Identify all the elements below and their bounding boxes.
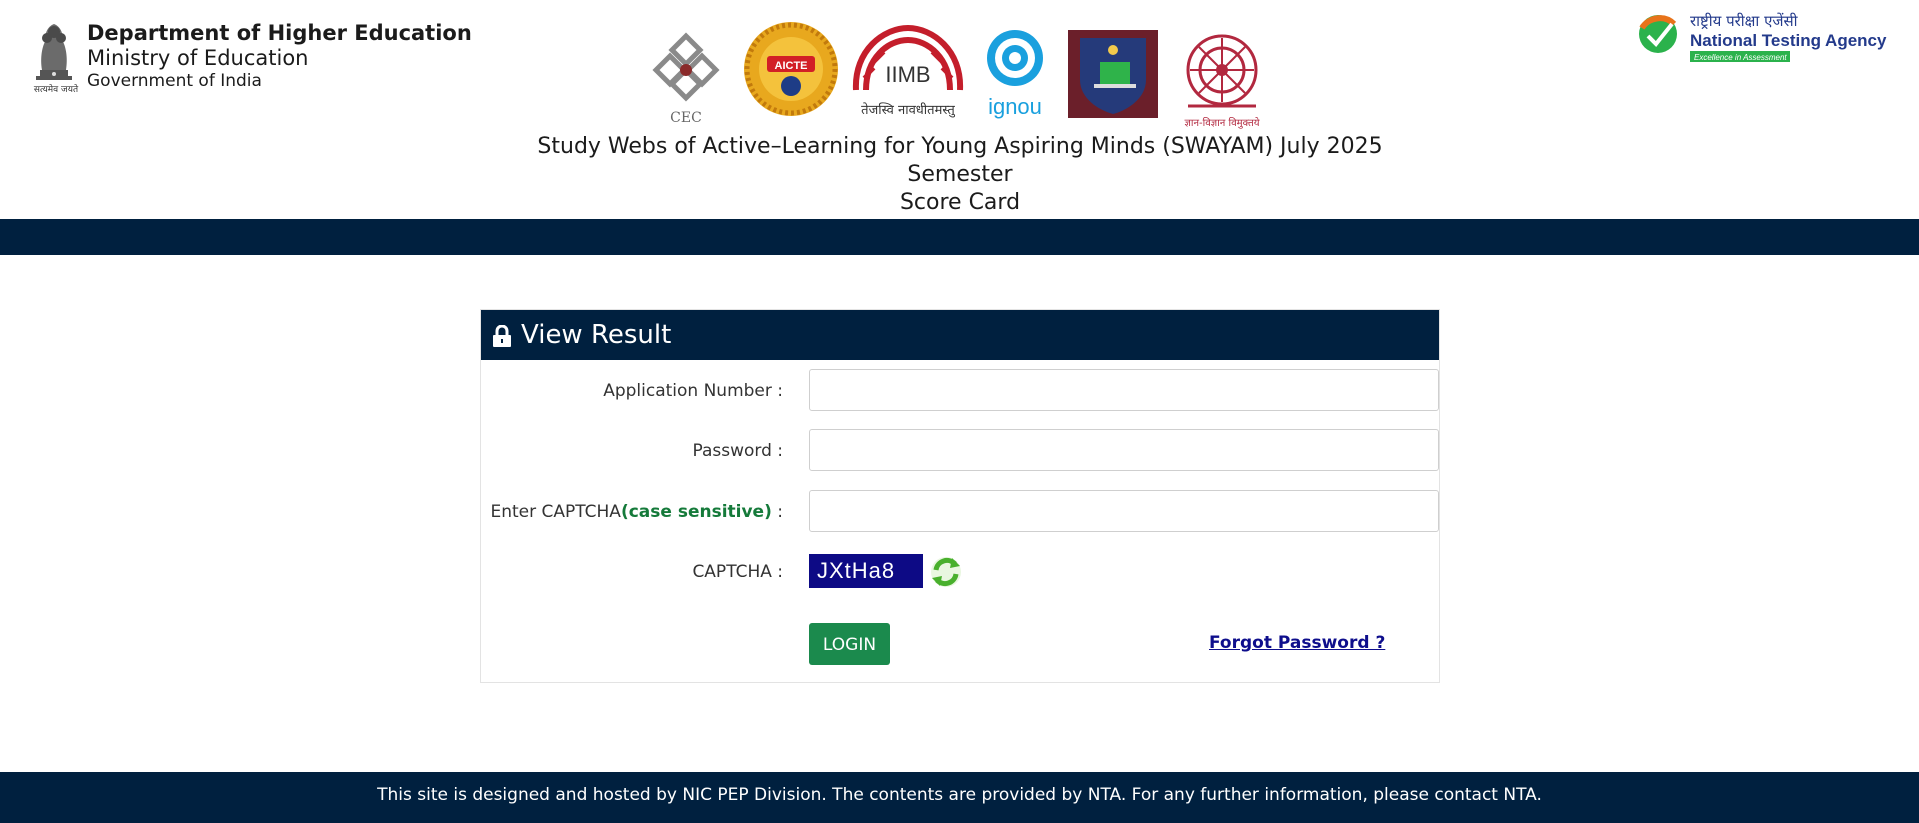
view-result-panel: View Result Application Number : Passwor…	[480, 309, 1440, 683]
nta-name: National Testing Agency	[1690, 31, 1887, 50]
login-button[interactable]: LOGIN	[809, 623, 890, 665]
department-block: Department of Higher Education Ministry …	[87, 20, 472, 92]
nta-tagline: Excellence in Assessment	[1694, 53, 1787, 62]
emblem-motto: सत्यमेव जयते	[33, 85, 79, 95]
aicte-logo-text: AICTE	[775, 60, 808, 72]
institute-shield-logo-icon	[1068, 30, 1158, 118]
captcha-entry-text: Enter CAPTCHA	[490, 502, 621, 522]
partner-logos: CEC AICTE IIMB तेजस्वि नावधीतमस्तु ignou…	[650, 18, 1270, 129]
application-number-row: Application Number :	[481, 369, 1439, 413]
captcha-input[interactable]	[809, 490, 1439, 532]
title-line-2: Semester	[907, 162, 1013, 187]
cec-logo-text: CEC	[670, 110, 702, 126]
page-title: Study Webs of Active–Learning for Young …	[510, 133, 1410, 217]
ugc-logo-icon: ज्ञान-विज्ञान विमुक्तये	[1184, 34, 1260, 129]
cec-logo-icon: CEC	[652, 32, 720, 126]
ignou-logo-icon: ignou	[987, 30, 1043, 119]
ugc-logo-motto: ज्ञान-विज्ञान विमुक्तये	[1184, 117, 1259, 129]
captcha-label: CAPTCHA :	[692, 562, 783, 582]
title-line-1: Study Webs of Active–Learning for Young …	[537, 134, 1383, 159]
forgot-password-link[interactable]: Forgot Password ?	[1209, 633, 1385, 653]
page-header: सत्यमेव जयते Department of Higher Educat…	[0, 0, 1919, 219]
iimb-logo-icon: IIMB तेजस्वि नावधीतमस्तु	[852, 24, 964, 118]
department-name: Department of Higher Education	[87, 21, 472, 45]
captcha-entry-label: Enter CAPTCHA(case sensitive) :	[490, 502, 783, 522]
nta-logo-icon: राष्ट्रीय परीक्षा एजेंसी National Testin…	[1639, 12, 1887, 62]
application-number-input[interactable]	[809, 369, 1439, 411]
national-emblem-icon	[36, 24, 72, 80]
password-label: Password :	[692, 441, 783, 461]
captcha-entry-row: Enter CAPTCHA(case sensitive) :	[481, 490, 1439, 534]
panel-title: View Result	[521, 320, 672, 350]
ignou-logo-text: ignou	[988, 94, 1042, 119]
nav-bar	[0, 219, 1919, 255]
captcha-row: CAPTCHA : JXtHa8	[481, 550, 1439, 594]
page-footer: This site is designed and hosted by NIC …	[0, 772, 1919, 823]
nta-hindi-name: राष्ट्रीय परीक्षा एजेंसी	[1690, 12, 1799, 30]
ministry-name: Ministry of Education	[87, 46, 309, 70]
captcha-entry-suffix: :	[771, 502, 783, 522]
iimb-logo-text: IIMB	[885, 62, 930, 87]
refresh-captcha-icon[interactable]	[928, 554, 964, 590]
title-line-3: Score Card	[899, 190, 1021, 215]
government-name: Government of India	[87, 71, 262, 91]
lock-icon	[493, 325, 511, 347]
aicte-logo-icon: AICTE	[744, 22, 838, 116]
application-number-label: Application Number :	[603, 381, 783, 401]
password-input[interactable]	[809, 429, 1439, 471]
panel-header: View Result	[481, 310, 1439, 360]
captcha-image: JXtHa8	[809, 554, 923, 588]
case-sensitive-note: (case sensitive)	[620, 502, 772, 522]
password-row: Password :	[481, 429, 1439, 473]
iimb-logo-motto: तेजस्वि नावधीतमस्तु	[861, 102, 956, 118]
